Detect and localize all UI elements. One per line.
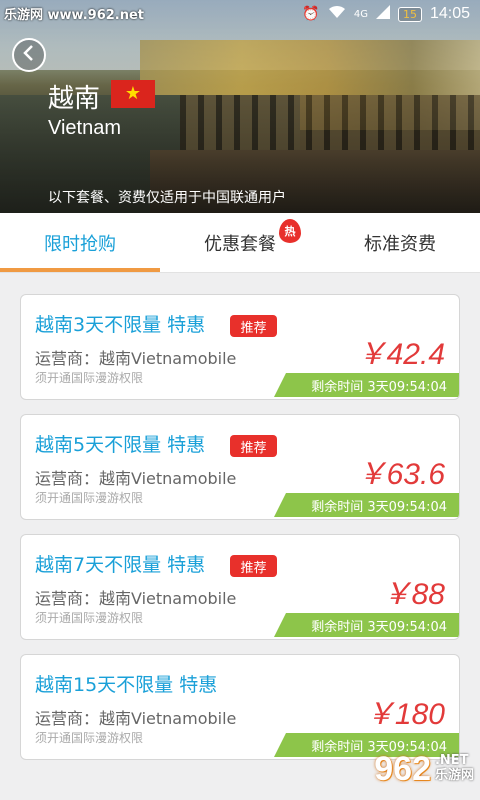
package-countdown: 剩余时间 3天09:54:04	[274, 373, 459, 397]
chevron-left-icon	[22, 45, 36, 65]
package-operator: 运营商：越南Vietnamobile	[35, 709, 237, 728]
active-tab-indicator	[0, 268, 160, 272]
tab-bar: 限时抢购 优惠套餐 标准资费	[0, 213, 480, 273]
wifi-icon	[328, 5, 346, 23]
package-card[interactable]: 越南15天不限量 特惠 运营商：越南Vietnamobile 须开通国际漫游权限…	[20, 654, 460, 760]
package-note: 须开通国际漫游权限	[35, 491, 144, 505]
package-title: 越南3天不限量 特惠	[35, 314, 206, 336]
package-price: ￥42.4	[356, 338, 445, 371]
watermark-bottom: 962 .NET 乐游网	[334, 746, 474, 792]
package-operator: 运营商：越南Vietnamobile	[35, 349, 237, 368]
package-card[interactable]: 越南3天不限量 特惠 推荐 运营商：越南Vietnamobile 须开通国际漫游…	[20, 294, 460, 400]
vietnam-flag-icon: ★	[111, 80, 155, 108]
watermark-suffix: .NET	[434, 753, 469, 769]
battery-indicator: 15	[397, 6, 422, 22]
package-card[interactable]: 越南5天不限量 特惠 推荐 运营商：越南Vietnamobile 须开通国际漫游…	[20, 414, 460, 520]
package-note: 须开通国际漫游权限	[35, 611, 144, 625]
back-button[interactable]	[12, 38, 46, 72]
recommend-badge: 推荐	[230, 555, 277, 577]
package-card[interactable]: 越南7天不限量 特惠 推荐 运营商：越南Vietnamobile 须开通国际漫游…	[20, 534, 460, 640]
package-countdown: 剩余时间 3天09:54:04	[274, 613, 459, 637]
tab-flash-sale[interactable]: 限时抢购	[0, 213, 160, 273]
package-operator: 运营商：越南Vietnamobile	[35, 589, 237, 608]
package-price: ￥63.6	[356, 458, 445, 491]
country-name-cn: 越南	[48, 84, 101, 114]
watermark-top: 乐游网 www.962.net	[4, 8, 145, 23]
watermark-text-block: .NET 乐游网	[434, 753, 474, 784]
status-bar: 乐游网 www.962.net ⏰ 4G 15 14:05	[0, 0, 480, 30]
clock: 14:05	[429, 5, 470, 22]
country-name-en: Vietnam	[48, 117, 122, 139]
watermark-number: 962	[374, 749, 431, 788]
package-operator: 运营商：越南Vietnamobile	[35, 469, 237, 488]
signal-icon	[375, 5, 390, 23]
watermark-text: 乐游网	[434, 768, 474, 783]
package-note: 须开通国际漫游权限	[35, 731, 144, 745]
package-title: 越南7天不限量 特惠	[35, 554, 206, 576]
package-price: ￥88	[381, 578, 445, 611]
package-note: 须开通国际漫游权限	[35, 371, 144, 385]
status-icons: ⏰ 4G 15 14:05	[302, 5, 470, 23]
tab-standard-rates[interactable]: 标准资费	[320, 213, 480, 273]
alarm-icon: ⏰	[302, 6, 320, 22]
recommend-badge: 推荐	[230, 315, 277, 337]
recommend-badge: 推荐	[230, 435, 277, 457]
package-title: 越南5天不限量 特惠	[35, 434, 206, 456]
package-title: 越南15天不限量 特惠	[35, 674, 218, 696]
hot-badge: 热	[279, 219, 301, 243]
package-countdown: 剩余时间 3天09:54:04	[274, 493, 459, 517]
hero-note: 以下套餐、资费仅适用于中国联通用户	[48, 190, 286, 206]
network-label: 4G	[353, 8, 368, 20]
package-price: ￥180	[364, 698, 445, 731]
